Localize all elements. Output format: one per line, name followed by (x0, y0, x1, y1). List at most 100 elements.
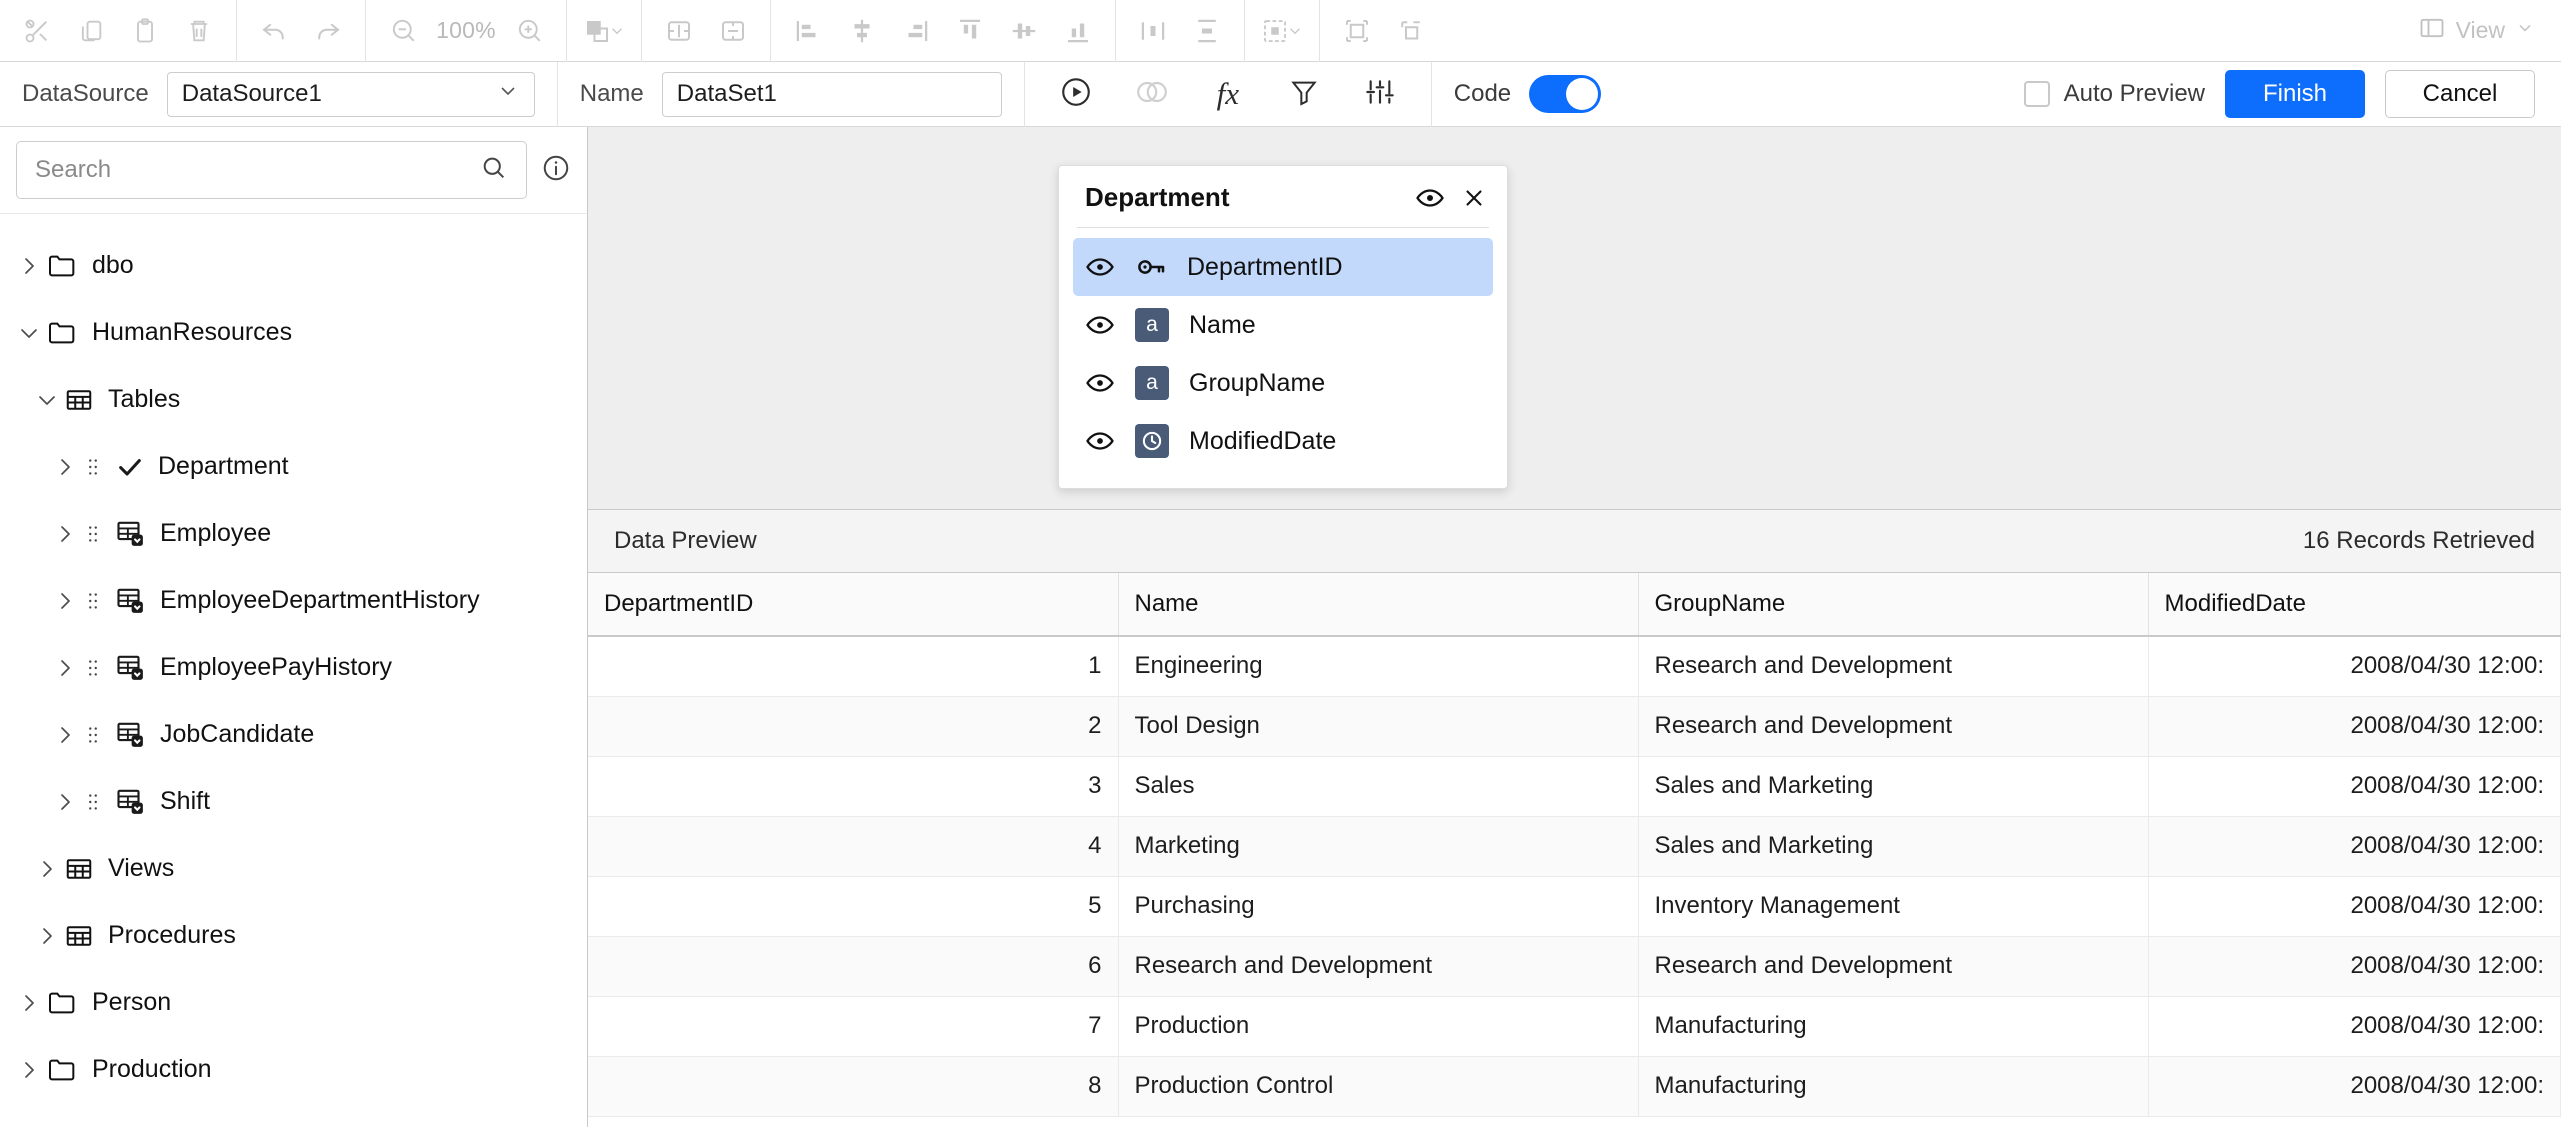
table-row[interactable]: 7 Production Manufacturing 2008/04/30 12:00… (588, 996, 2561, 1057)
align-right-button[interactable] (889, 7, 943, 55)
table-cell: Research and Development (1638, 636, 2149, 697)
chevron-down-icon[interactable] (12, 321, 46, 345)
tree-item-dbo[interactable]: dbo (0, 232, 587, 299)
selection-mode-button[interactable] (1255, 7, 1309, 55)
search-icon[interactable] (480, 154, 508, 187)
copy-button[interactable] (64, 7, 118, 55)
chevron-right-icon[interactable] (12, 991, 46, 1015)
undo-button[interactable] (247, 7, 301, 55)
chevron-right-icon[interactable] (30, 924, 64, 948)
field-item[interactable]: a Name (1073, 296, 1493, 354)
align-top-button[interactable] (943, 7, 997, 55)
eye-icon[interactable] (1085, 310, 1115, 340)
zoom-out-button[interactable] (376, 7, 430, 55)
table-row[interactable]: 3 Sales Sales and Marketing 2008/04/30 12:0… (588, 756, 2561, 817)
tree-item-humanresources[interactable]: HumanResources (0, 299, 587, 366)
chevron-down-icon[interactable] (30, 388, 64, 412)
delete-button[interactable] (172, 7, 226, 55)
redo-button[interactable] (301, 7, 355, 55)
distribute-vertical-button[interactable] (706, 7, 760, 55)
tree-item-views[interactable]: Views (0, 835, 587, 902)
field-item[interactable]: ModifiedDate (1073, 412, 1493, 470)
chevron-right-icon[interactable] (48, 522, 82, 546)
code-toggle[interactable] (1529, 75, 1602, 113)
chevron-right-icon[interactable] (12, 1058, 46, 1082)
space-horizontal-button[interactable] (1126, 7, 1180, 55)
tree-item-jobcandidate[interactable]: JobCandidate (0, 701, 587, 768)
tree-item-person[interactable]: Person (0, 969, 587, 1036)
drag-handle-icon[interactable] (82, 586, 104, 616)
cut-button[interactable] (10, 7, 64, 55)
parameters-button[interactable] (1351, 70, 1409, 118)
query-canvas[interactable]: Department DepartmentID a Name a GroupName Mo… (588, 127, 2561, 510)
dataset-name-input[interactable]: DataSet1 (661, 71, 1002, 117)
chevron-right-icon[interactable] (12, 254, 46, 278)
table-row[interactable]: 5 Purchasing Inventory Management 2008/04/3… (588, 876, 2561, 937)
column-header[interactable]: DepartmentID (588, 573, 1119, 637)
group-button[interactable] (1330, 7, 1384, 55)
tree-item-employeepayhistory[interactable]: EmployeePayHistory (0, 634, 587, 701)
search-input[interactable] (35, 156, 480, 184)
chevron-right-icon[interactable] (48, 790, 82, 814)
close-icon[interactable] (1461, 185, 1487, 211)
table-cell: Research and Development (1638, 696, 2149, 757)
drag-handle-icon[interactable] (82, 720, 104, 750)
drag-handle-icon[interactable] (82, 653, 104, 683)
table-row[interactable]: 8 Production Control Manufacturing 2008/04/… (588, 1056, 2561, 1117)
align-center-button[interactable] (835, 7, 889, 55)
tree-item-tables[interactable]: Tables (0, 366, 587, 433)
chevron-right-icon[interactable] (30, 857, 64, 881)
view-button[interactable]: View (2418, 14, 2535, 48)
paste-button[interactable] (118, 7, 172, 55)
join-button[interactable] (1123, 70, 1181, 118)
column-header[interactable]: GroupName (1638, 573, 2149, 637)
field-item[interactable]: DepartmentID (1073, 238, 1493, 296)
bring-to-front-button[interactable] (577, 7, 631, 55)
chevron-right-icon[interactable] (48, 589, 82, 613)
table-row[interactable]: 6 Research and Development Research and De… (588, 936, 2561, 997)
chevron-right-icon[interactable] (48, 455, 82, 479)
info-icon[interactable] (541, 153, 571, 188)
datasource-select[interactable]: DataSource1 (166, 71, 535, 117)
column-header[interactable]: Name (1118, 573, 1639, 637)
tree-item-employeedepartmenthistory[interactable]: EmployeeDepartmentHistory (0, 567, 587, 634)
align-middle-button[interactable] (997, 7, 1051, 55)
run-query-button[interactable] (1047, 70, 1105, 118)
auto-preview-checkbox[interactable]: Auto Preview (2023, 80, 2205, 108)
table-row[interactable]: 4 Marketing Sales and Marketing 2008/04/30 … (588, 816, 2561, 877)
chevron-right-icon[interactable] (48, 723, 82, 747)
field-item[interactable]: a GroupName (1073, 354, 1493, 412)
tree-item-department[interactable]: Department (0, 433, 587, 500)
data-preview-grid-wrap[interactable]: DepartmentID Name GroupName ModifiedDate 1E… (588, 573, 2561, 1127)
eye-icon[interactable] (1085, 368, 1115, 398)
chevron-right-icon[interactable] (48, 656, 82, 680)
expression-button[interactable]: fx (1199, 70, 1257, 118)
finish-button[interactable]: Finish (2225, 70, 2365, 118)
drag-handle-icon[interactable] (82, 519, 104, 549)
space-vertical-button[interactable] (1180, 7, 1234, 55)
tree-item-shift[interactable]: Shift (0, 768, 587, 835)
distribute-horizontal-button[interactable] (652, 7, 706, 55)
cancel-button[interactable]: Cancel (2385, 70, 2535, 118)
filter-button[interactable] (1275, 70, 1333, 118)
ungroup-button[interactable] (1384, 7, 1438, 55)
column-header[interactable]: ModifiedDate (2148, 573, 2561, 637)
zoom-in-button[interactable] (502, 7, 556, 55)
tree-item-production[interactable]: Production (0, 1036, 587, 1103)
play-circle-icon (1059, 75, 1093, 114)
align-bottom-button[interactable] (1051, 7, 1105, 55)
search-box[interactable] (16, 141, 527, 199)
table-row[interactable]: 1 Engineering Research and Development 2008… (588, 636, 2561, 697)
eye-icon[interactable] (1085, 426, 1115, 456)
eye-icon[interactable] (1085, 252, 1115, 282)
drag-handle-icon[interactable] (82, 452, 104, 482)
table-cell: 3 (588, 756, 1119, 817)
align-left-button[interactable] (781, 7, 835, 55)
eye-icon[interactable] (1415, 183, 1445, 213)
tree-item-procedures[interactable]: Procedures (0, 902, 587, 969)
tree-item-employee[interactable]: Employee (0, 500, 587, 567)
data-preview-table: DepartmentID Name GroupName ModifiedDate 1E… (588, 573, 2561, 1117)
table-row[interactable]: 2 Tool Design Research and Development 2008… (588, 696, 2561, 757)
table-cell: Engineering (1118, 636, 1639, 697)
drag-handle-icon[interactable] (82, 787, 104, 817)
